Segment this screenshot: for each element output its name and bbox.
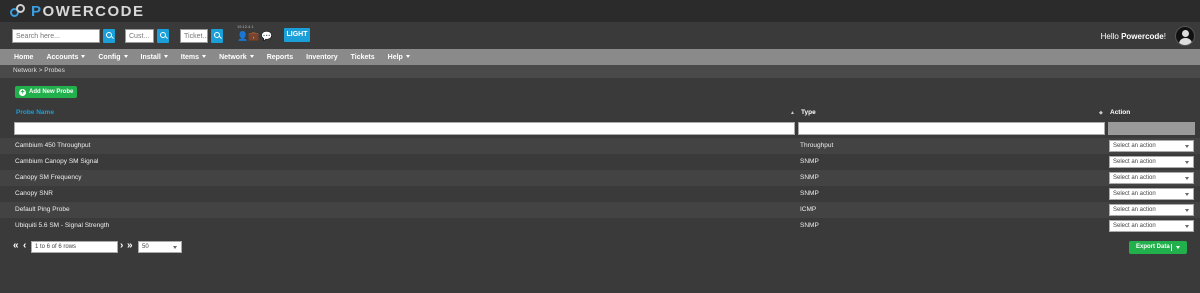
ticket-search-input[interactable]: Ticket... [180, 29, 208, 43]
export-data-button[interactable]: Export Data [1129, 241, 1187, 254]
probe-name-cell: Cambium 450 Throughput [15, 142, 91, 149]
nav-accounts[interactable]: Accounts [46, 54, 86, 61]
column-header-type[interactable]: Type [801, 109, 816, 116]
chevron-down-icon [163, 55, 168, 59]
version-label: 19.12.4.1 [237, 24, 254, 29]
action-select[interactable]: Select an action [1109, 156, 1194, 168]
nav-reports[interactable]: Reports [267, 54, 293, 61]
nav-tickets[interactable]: Tickets [351, 54, 375, 61]
next-page-icon[interactable]: › [120, 240, 123, 252]
action-select[interactable]: Select an action [1109, 140, 1194, 152]
chevron-down-icon [405, 55, 410, 59]
page-size-select[interactable]: 50 [138, 241, 182, 253]
nav-help[interactable]: Help [388, 54, 410, 61]
ticket-search-icon[interactable] [211, 29, 223, 43]
action-select[interactable]: Select an action [1109, 220, 1194, 232]
plus-circle-icon: + [19, 88, 26, 96]
column-header-action: Action [1110, 109, 1131, 116]
sort-icon[interactable]: ◆ [1099, 110, 1103, 116]
probe-name-cell: Default Ping Probe [15, 206, 70, 213]
table-row[interactable]: Canopy SM Frequency SNMP Select an actio… [0, 170, 1200, 186]
nav-inventory[interactable]: Inventory [306, 54, 338, 61]
light-theme-button[interactable]: LIGHT [284, 28, 310, 42]
logo-mark-icon [10, 3, 28, 19]
probe-type-cell: SNMP [800, 222, 819, 229]
avatar[interactable] [1175, 26, 1195, 46]
add-new-probe-button[interactable]: + Add New Probe [15, 86, 77, 98]
action-filter-cell [1108, 122, 1195, 135]
column-header-probe-name[interactable]: Probe Name [16, 109, 54, 116]
user-greeting: Hello Powercode! [1100, 32, 1166, 41]
powercode-logo[interactable]: POWERCODE [10, 2, 145, 20]
main-nav: Home Accounts Config Install Items Netwo… [0, 49, 1200, 65]
chevron-down-icon [81, 55, 86, 59]
probe-type-cell: ICMP [800, 206, 817, 213]
chevron-down-icon [249, 55, 254, 59]
probe-name-cell: Ubiquiti 5.6 SM - Signal Strength [15, 222, 110, 229]
probe-type-cell: Throughput [800, 142, 834, 149]
nav-home[interactable]: Home [14, 54, 33, 61]
breadcrumb: Network > Probes [0, 65, 1200, 78]
last-page-icon[interactable]: » [127, 240, 133, 252]
probe-name-filter-input[interactable] [14, 122, 795, 135]
first-page-icon[interactable]: « [13, 240, 19, 252]
nav-install[interactable]: Install [141, 54, 168, 61]
probe-type-cell: SNMP [800, 158, 819, 165]
probe-name-cell: Canopy SNR [15, 190, 53, 197]
top-header: POWERCODE [0, 0, 1200, 22]
chevron-down-icon [123, 55, 128, 59]
action-select[interactable]: Select an action [1109, 172, 1194, 184]
table-row[interactable]: Canopy SNR SNMP Select an action [0, 186, 1200, 202]
probe-name-cell: Cambium Canopy SM Signal [15, 158, 99, 165]
probe-type-cell: SNMP [800, 190, 819, 197]
toolbar: Search here... Cust... Ticket... 19.12.4… [0, 22, 1200, 49]
prev-page-icon[interactable]: ‹ [23, 240, 26, 252]
action-select[interactable]: Select an action [1109, 188, 1194, 200]
nav-network[interactable]: Network [219, 54, 254, 61]
probe-name-cell: Canopy SM Frequency [15, 174, 82, 181]
search-input[interactable]: Search here... [12, 29, 100, 43]
user-icon[interactable]: 👤 [237, 31, 248, 41]
customer-search-icon[interactable] [157, 29, 169, 43]
table-row[interactable]: Cambium Canopy SM Signal SNMP Select an … [0, 154, 1200, 170]
page-range-display: 1 to 6 of 6 rows [31, 241, 118, 253]
table-row[interactable]: Default Ping Probe ICMP Select an action [0, 202, 1200, 218]
action-select[interactable]: Select an action [1109, 204, 1194, 216]
sort-asc-icon[interactable]: ▲ [790, 110, 795, 116]
nav-config[interactable]: Config [98, 54, 128, 61]
search-icon[interactable] [103, 29, 115, 43]
chevron-down-icon [1176, 246, 1180, 249]
briefcase-icon[interactable]: 💼 [248, 31, 259, 41]
table-row[interactable]: Ubiquiti 5.6 SM - Signal Strength SNMP S… [0, 218, 1200, 234]
nav-items[interactable]: Items [181, 54, 207, 61]
customer-search-input[interactable]: Cust... [125, 29, 154, 43]
table-row[interactable]: Cambium 450 Throughput Throughput Select… [0, 138, 1200, 154]
chat-icon[interactable]: 💬 [261, 31, 272, 41]
type-filter-input[interactable] [798, 122, 1105, 135]
probe-type-cell: SNMP [800, 174, 819, 181]
chevron-down-icon [202, 55, 207, 59]
